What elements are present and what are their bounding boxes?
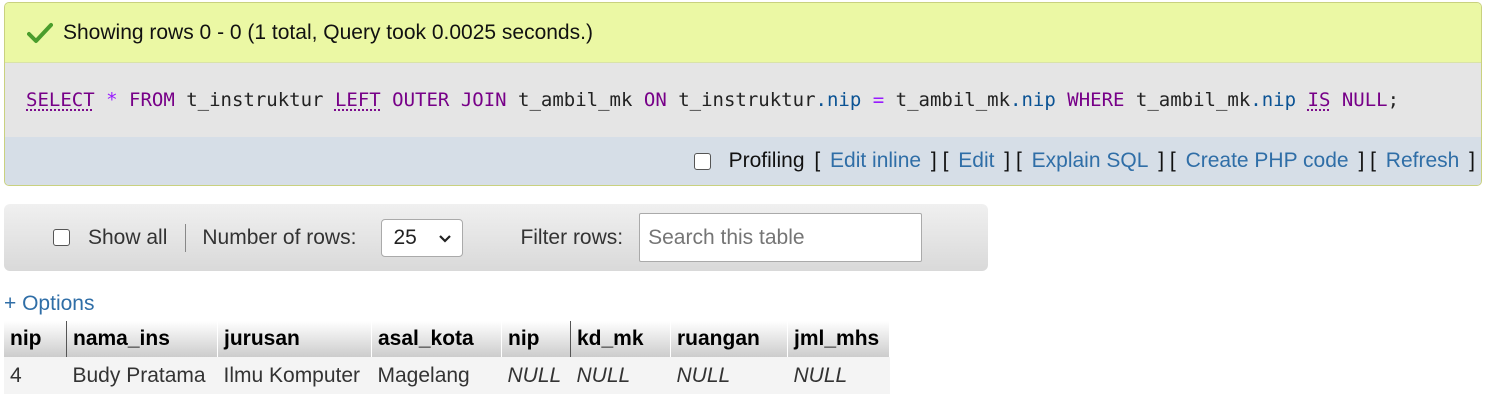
sql-token: FROM — [129, 89, 175, 111]
sql-token: LEFT — [334, 89, 381, 111]
create-php-code-link[interactable]: Create PHP code — [1186, 149, 1349, 173]
refresh-link[interactable]: Refresh — [1386, 149, 1460, 173]
sql-token: ON — [643, 89, 667, 111]
sql-token: JOIN — [460, 89, 507, 111]
sql-token: * — [106, 89, 118, 111]
column-header[interactable]: jurusan — [217, 321, 372, 357]
table-cell: NULL — [670, 357, 788, 394]
sql-token: t_instruktur — [186, 89, 324, 111]
column-header[interactable]: jml_mhs — [787, 321, 890, 357]
search-input[interactable] — [639, 213, 923, 262]
profiling-label: Profiling — [728, 149, 805, 172]
sql-token: NULL — [1341, 89, 1388, 111]
query-result-box: Showing rows 0 - 0 (1 total, Query took … — [4, 2, 1482, 186]
table-cell: NULL — [570, 357, 671, 394]
sql-token: SELECT — [26, 89, 95, 111]
explain-sql-link[interactable]: Explain SQL — [1032, 149, 1149, 173]
table-cell: 4 — [4, 357, 67, 394]
navigation-bar: Show all Number of rows: 25 Filter rows: — [4, 204, 988, 271]
column-header[interactable]: asal_kota — [371, 321, 502, 357]
column-header[interactable]: kd_mk — [570, 321, 671, 357]
sql-token: t_ambil_mk — [518, 89, 633, 111]
show-all-checkbox[interactable] — [53, 229, 70, 246]
rows-label: Number of rows: — [202, 225, 357, 249]
divider — [185, 223, 187, 252]
sql-token: = — [872, 89, 885, 111]
sql-token: .nip — [1010, 89, 1056, 111]
success-message-text: Showing rows 0 - 0 (1 total, Query took … — [63, 20, 593, 44]
sql-token: .nip — [1250, 89, 1297, 111]
sql-token: .nip — [815, 89, 862, 111]
sql-token: t_instruktur — [678, 89, 816, 111]
sql-token: IS — [1307, 89, 1331, 111]
table-cell: Budy Pratama — [66, 357, 218, 394]
filter-rows-label: Filter rows: — [520, 225, 624, 249]
column-header[interactable]: ruangan — [670, 321, 788, 357]
success-message: Showing rows 0 - 0 (1 total, Query took … — [5, 3, 1481, 63]
sql-token: OUTER — [392, 89, 450, 111]
sql-token: t_ambil_mk — [895, 89, 1011, 111]
sql-token: ; — [1387, 89, 1400, 111]
table-cell: NULL — [787, 357, 890, 394]
profiling-checkbox[interactable] — [693, 152, 711, 170]
rows-select[interactable]: 25 — [381, 218, 464, 257]
column-header[interactable]: nip — [4, 321, 67, 357]
column-header[interactable]: nip — [501, 321, 571, 357]
edit-link[interactable]: Edit — [958, 149, 994, 173]
table-cell: Ilmu Komputer — [217, 357, 372, 394]
edit-inline-link[interactable]: Edit inline — [830, 149, 921, 173]
table-row[interactable]: 4 Budy Pratama Ilmu Komputer Magelang NU… — [4, 357, 890, 394]
sql-result-page: Showing rows 0 - 0 (1 total, Query took … — [0, 0, 1489, 403]
column-header[interactable]: nama_ins — [66, 321, 218, 357]
query-tools-bar: Profiling [ Edit inline ] [ Edit ] [ Exp… — [5, 137, 1481, 185]
check-icon — [27, 21, 55, 45]
results-table: nip nama_ins jurusan asal_kota nip kd_mk… — [4, 321, 890, 394]
table-header-row: nip nama_ins jurusan asal_kota nip kd_mk… — [4, 321, 890, 357]
sql-query[interactable]: SELECT * FROM t_instruktur LEFT OUTER JO… — [5, 63, 1481, 137]
show-all-label: Show all — [88, 225, 168, 249]
chevron-down-icon — [438, 226, 452, 250]
table-cell: Magelang — [371, 357, 502, 394]
table-cell: NULL — [501, 357, 571, 394]
rows-select-value: 25 — [393, 225, 417, 249]
sql-token: WHERE — [1067, 89, 1125, 111]
options-link[interactable]: + Options — [4, 292, 94, 316]
sql-token: t_ambil_mk — [1135, 89, 1251, 111]
